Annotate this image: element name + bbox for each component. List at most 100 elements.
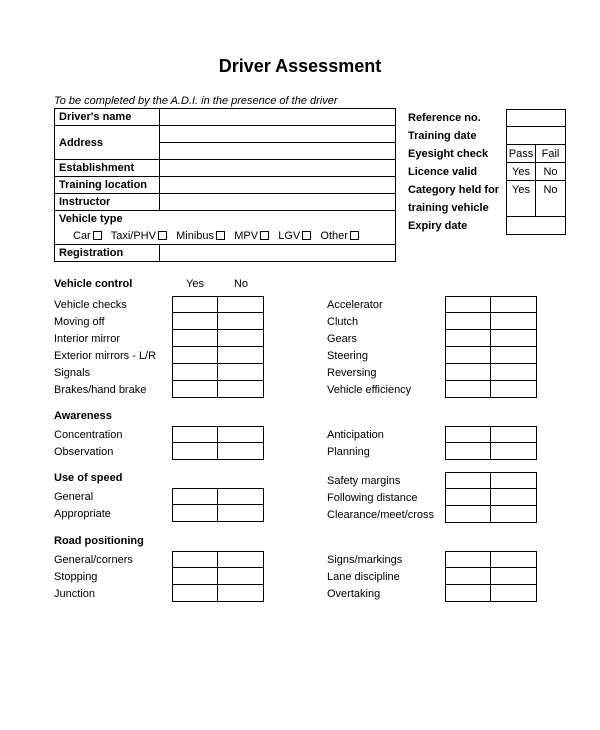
rp-r-cell-2-1[interactable] <box>491 585 537 602</box>
cell-eyesight-fail[interactable]: Fail <box>536 145 566 163</box>
vehicle-type-options: Car Taxi/PHV Minibus MPV LGV Other <box>55 228 396 245</box>
checkbox-lgv[interactable] <box>302 231 311 240</box>
cell-category-no[interactable]: No <box>536 181 566 199</box>
input-training-date[interactable] <box>506 127 566 145</box>
vc-r-label-1: Clutch <box>327 316 445 328</box>
input-instructor[interactable] <box>160 194 396 211</box>
sp-r-cell-1-0[interactable] <box>445 506 491 523</box>
sp-r-cell-0-0[interactable] <box>445 489 491 506</box>
label-training-location: Training location <box>55 177 160 194</box>
vc-r-cell-2-0[interactable] <box>445 330 491 347</box>
cell-licence-yes[interactable]: Yes <box>506 163 536 181</box>
rp-r-label-1: Lane discipline <box>327 571 445 583</box>
vc-l-cell-4-1[interactable] <box>218 364 264 381</box>
sp-l-cell-0-0[interactable] <box>172 488 218 505</box>
vc-r-cell-0-0[interactable] <box>445 296 491 313</box>
input-reference-no[interactable] <box>506 109 566 127</box>
rp-l-label-1: Stopping <box>54 571 172 583</box>
aw-r-label-1: Planning <box>327 446 445 458</box>
vc-r-cell-1-0[interactable] <box>445 313 491 330</box>
rp-l-cell-2-1[interactable] <box>218 585 264 602</box>
sp-l-label-0: General <box>54 491 172 503</box>
aw-right-col: AnticipationPlanning <box>327 426 576 460</box>
sp-r-cell-0-1[interactable] <box>491 489 537 506</box>
cell-licence-no[interactable]: No <box>536 163 566 181</box>
vc-r-cell-5-0[interactable] <box>445 381 491 398</box>
input-training-location[interactable] <box>160 177 396 194</box>
input-drivers-name[interactable] <box>160 109 396 126</box>
instruction-text: To be completed by the A.D.I. in the pre… <box>54 95 396 107</box>
vc-r-cell-4-1[interactable] <box>491 364 537 381</box>
rp-r-cell-2-0[interactable] <box>445 585 491 602</box>
aw-r-cell-1-0[interactable] <box>445 443 491 460</box>
aw-r-cell-0-1[interactable] <box>491 426 537 443</box>
rp-l-cell-1-1[interactable] <box>218 568 264 585</box>
rp-l-cell-1-0[interactable] <box>172 568 218 585</box>
cell-safety-margins-b[interactable] <box>491 472 537 489</box>
vc-r-cell-0-1[interactable] <box>491 296 537 313</box>
vc-l-label-2: Interior mirror <box>54 333 172 345</box>
aw-left-col: ConcentrationObservation <box>54 426 303 460</box>
vc-r-cell-3-0[interactable] <box>445 347 491 364</box>
rp-r-cell-1-1[interactable] <box>491 568 537 585</box>
checkbox-car[interactable] <box>93 231 102 240</box>
input-establishment[interactable] <box>160 160 396 177</box>
vc-r-cell-4-0[interactable] <box>445 364 491 381</box>
sp-r-label-0: Following distance <box>327 492 445 504</box>
sp-l-cell-0-1[interactable] <box>218 488 264 505</box>
cell-category-yes-2[interactable] <box>506 199 536 217</box>
cell-safety-margins-a[interactable] <box>445 472 491 489</box>
aw-l-cell-1-0[interactable] <box>172 443 218 460</box>
vc-l-cell-2-1[interactable] <box>218 330 264 347</box>
vc-l-cell-3-0[interactable] <box>172 347 218 364</box>
label-category-held: Category held for <box>408 181 506 199</box>
aw-r-cell-1-1[interactable] <box>491 443 537 460</box>
cell-category-yes[interactable]: Yes <box>506 181 536 199</box>
vc-r-cell-3-1[interactable] <box>491 347 537 364</box>
opt-minibus: Minibus <box>176 230 214 242</box>
aw-l-cell-0-1[interactable] <box>218 426 264 443</box>
heading-road-positioning: Road positioning <box>54 535 576 547</box>
vc-l-cell-1-1[interactable] <box>218 313 264 330</box>
vc-l-cell-2-0[interactable] <box>172 330 218 347</box>
section-awareness: Awareness ConcentrationObservation Antic… <box>54 410 576 460</box>
cell-category-no-2[interactable] <box>536 199 566 217</box>
sp-l-cell-1-0[interactable] <box>172 505 218 522</box>
input-address-2[interactable] <box>160 143 396 160</box>
vc-r-cell-2-1[interactable] <box>491 330 537 347</box>
vc-l-cell-3-1[interactable] <box>218 347 264 364</box>
vc-r-cell-5-1[interactable] <box>491 381 537 398</box>
input-registration[interactable] <box>160 245 396 262</box>
opt-taxi: Taxi/PHV <box>111 230 156 242</box>
opt-mpv: MPV <box>234 230 258 242</box>
vc-l-cell-4-0[interactable] <box>172 364 218 381</box>
checkbox-minibus[interactable] <box>216 231 225 240</box>
aw-l-cell-1-1[interactable] <box>218 443 264 460</box>
section-use-of-speed: Use of speed GeneralAppropriate Safety m… <box>54 472 576 523</box>
sp-r-cell-1-1[interactable] <box>491 506 537 523</box>
rp-r-cell-0-0[interactable] <box>445 551 491 568</box>
vc-r-cell-1-1[interactable] <box>491 313 537 330</box>
checkbox-mpv[interactable] <box>260 231 269 240</box>
vc-l-cell-0-0[interactable] <box>172 296 218 313</box>
vc-l-cell-0-1[interactable] <box>218 296 264 313</box>
vc-l-cell-1-0[interactable] <box>172 313 218 330</box>
aw-r-cell-0-0[interactable] <box>445 426 491 443</box>
rp-r-cell-0-1[interactable] <box>491 551 537 568</box>
label-expiry-date: Expiry date <box>408 217 506 235</box>
cell-eyesight-pass[interactable]: Pass <box>506 145 536 163</box>
checkbox-other[interactable] <box>350 231 359 240</box>
rp-l-cell-0-1[interactable] <box>218 551 264 568</box>
rp-l-cell-0-0[interactable] <box>172 551 218 568</box>
sp-l-cell-1-1[interactable] <box>218 505 264 522</box>
input-address-1[interactable] <box>160 126 396 143</box>
vc-l-cell-5-0[interactable] <box>172 381 218 398</box>
rp-l-cell-2-0[interactable] <box>172 585 218 602</box>
driver-info-table: Driver's name Address Establishment Trai… <box>54 108 396 262</box>
vc-l-cell-5-1[interactable] <box>218 381 264 398</box>
input-expiry-date[interactable] <box>506 217 566 235</box>
checkbox-taxi[interactable] <box>158 231 167 240</box>
rp-r-cell-1-0[interactable] <box>445 568 491 585</box>
aw-l-label-1: Observation <box>54 446 172 458</box>
aw-l-cell-0-0[interactable] <box>172 426 218 443</box>
